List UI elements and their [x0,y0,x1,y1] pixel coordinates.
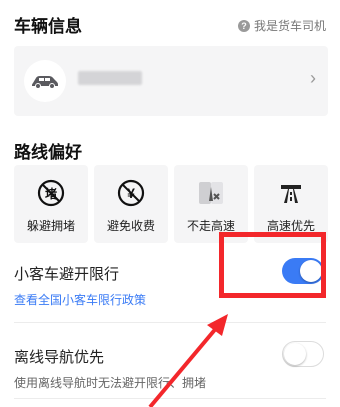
annotation-arrow [148,314,228,407]
